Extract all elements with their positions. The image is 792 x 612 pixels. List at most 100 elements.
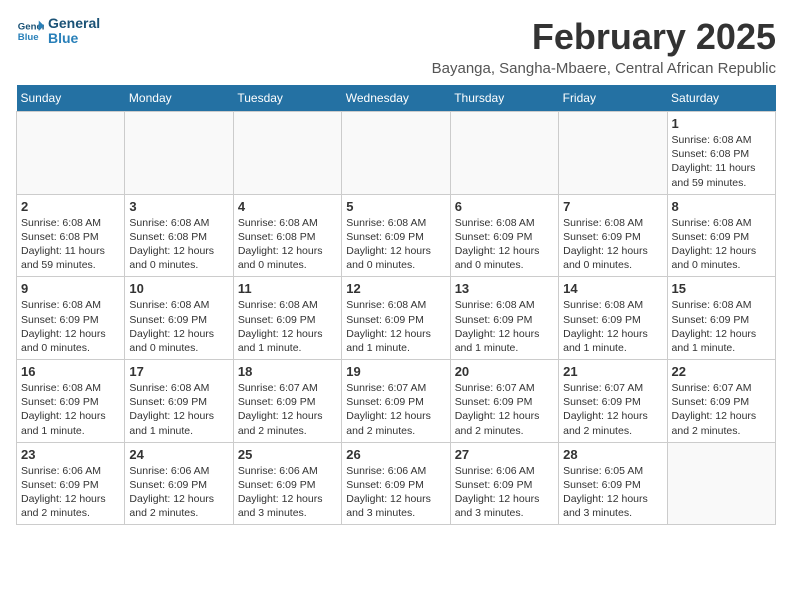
calendar-day-cell: 2 Sunrise: 6:08 AMSunset: 6:08 PMDaylight…	[17, 194, 125, 277]
day-number: 2	[21, 199, 120, 214]
logo-line2: Blue	[48, 31, 100, 46]
calendar-header-row: SundayMondayTuesdayWednesdayThursdayFrid…	[17, 85, 776, 112]
day-info: Sunrise: 6:08 AMSunset: 6:09 PMDaylight:…	[129, 381, 228, 438]
day-info: Sunrise: 6:08 AMSunset: 6:08 PMDaylight:…	[238, 216, 337, 273]
calendar-day-cell: 28 Sunrise: 6:05 AMSunset: 6:09 PMDayligh…	[559, 442, 667, 525]
day-info: Sunrise: 6:07 AMSunset: 6:09 PMDaylight:…	[346, 381, 445, 438]
day-number: 26	[346, 447, 445, 462]
calendar-day-cell: 26Sunrise: 6:06 AMSunset: 6:09 PMDayligh…	[342, 442, 450, 525]
day-number: 10	[129, 281, 228, 296]
day-number: 17	[129, 364, 228, 379]
day-number: 6	[455, 199, 554, 214]
calendar-day-cell	[667, 442, 775, 525]
calendar-day-cell: 13 Sunrise: 6:08 AMSunset: 6:09 PMDayligh…	[450, 277, 558, 360]
calendar-day-cell	[125, 112, 233, 195]
calendar-header-cell: Monday	[125, 85, 233, 112]
day-info: Sunrise: 6:08 AMSunset: 6:09 PMDaylight:…	[346, 216, 445, 273]
month-title: February 2025	[432, 16, 776, 58]
calendar-day-cell: 3 Sunrise: 6:08 AMSunset: 6:08 PMDaylight…	[125, 194, 233, 277]
title-area: February 2025 Bayanga, Sangha-Mbaere, Ce…	[432, 16, 776, 77]
calendar-day-cell: 23 Sunrise: 6:06 AMSunset: 6:09 PMDayligh…	[17, 442, 125, 525]
calendar-header-cell: Wednesday	[342, 85, 450, 112]
day-info: Sunrise: 6:08 AMSunset: 6:08 PMDaylight:…	[672, 133, 771, 190]
calendar-day-cell: 11Sunrise: 6:08 AMSunset: 6:09 PMDayligh…	[233, 277, 341, 360]
day-info: Sunrise: 6:06 AMSunset: 6:09 PMDaylight:…	[21, 464, 120, 521]
day-info: Sunrise: 6:07 AMSunset: 6:09 PMDaylight:…	[672, 381, 771, 438]
day-info: Sunrise: 6:08 AMSunset: 6:09 PMDaylight:…	[563, 298, 662, 355]
day-info: Sunrise: 6:08 AMSunset: 6:09 PMDaylight:…	[672, 216, 771, 273]
calendar-day-cell: 8Sunrise: 6:08 AMSunset: 6:09 PMDaylight…	[667, 194, 775, 277]
day-number: 13	[455, 281, 554, 296]
calendar-day-cell: 10 Sunrise: 6:08 AMSunset: 6:09 PMDayligh…	[125, 277, 233, 360]
day-number: 12	[346, 281, 445, 296]
calendar-week-row: 16 Sunrise: 6:08 AMSunset: 6:09 PMDayligh…	[17, 360, 776, 443]
calendar-day-cell: 7 Sunrise: 6:08 AMSunset: 6:09 PMDaylight…	[559, 194, 667, 277]
day-info: Sunrise: 6:07 AMSunset: 6:09 PMDaylight:…	[563, 381, 662, 438]
calendar-day-cell: 4 Sunrise: 6:08 AMSunset: 6:08 PMDaylight…	[233, 194, 341, 277]
day-number: 7	[563, 199, 662, 214]
calendar-day-cell: 1Sunrise: 6:08 AMSunset: 6:08 PMDaylight…	[667, 112, 775, 195]
day-info: Sunrise: 6:08 AMSunset: 6:09 PMDaylight:…	[455, 298, 554, 355]
day-number: 25	[238, 447, 337, 462]
calendar-header-cell: Sunday	[17, 85, 125, 112]
calendar-day-cell: 18 Sunrise: 6:07 AMSunset: 6:09 PMDayligh…	[233, 360, 341, 443]
calendar-day-cell	[559, 112, 667, 195]
day-number: 3	[129, 199, 228, 214]
day-info: Sunrise: 6:08 AMSunset: 6:09 PMDaylight:…	[346, 298, 445, 355]
calendar-day-cell	[450, 112, 558, 195]
day-info: Sunrise: 6:06 AMSunset: 6:09 PMDaylight:…	[129, 464, 228, 521]
calendar-day-cell: 24 Sunrise: 6:06 AMSunset: 6:09 PMDayligh…	[125, 442, 233, 525]
calendar-day-cell: 22 Sunrise: 6:07 AMSunset: 6:09 PMDayligh…	[667, 360, 775, 443]
day-info: Sunrise: 6:08 AMSunset: 6:08 PMDaylight:…	[129, 216, 228, 273]
day-number: 28	[563, 447, 662, 462]
day-number: 14	[563, 281, 662, 296]
calendar-day-cell: 12 Sunrise: 6:08 AMSunset: 6:09 PMDayligh…	[342, 277, 450, 360]
calendar-week-row: 1Sunrise: 6:08 AMSunset: 6:08 PMDaylight…	[17, 112, 776, 195]
day-info: Sunrise: 6:06 AMSunset: 6:09 PMDaylight:…	[238, 464, 337, 521]
calendar-header-cell: Thursday	[450, 85, 558, 112]
day-number: 16	[21, 364, 120, 379]
day-number: 22	[672, 364, 771, 379]
day-info: Sunrise: 6:07 AMSunset: 6:09 PMDaylight:…	[238, 381, 337, 438]
svg-text:Blue: Blue	[18, 32, 39, 43]
calendar-header-cell: Saturday	[667, 85, 775, 112]
calendar-day-cell	[17, 112, 125, 195]
location-title: Bayanga, Sangha-Mbaere, Central African …	[432, 60, 776, 77]
calendar-week-row: 2 Sunrise: 6:08 AMSunset: 6:08 PMDaylight…	[17, 194, 776, 277]
calendar-day-cell: 25 Sunrise: 6:06 AMSunset: 6:09 PMDayligh…	[233, 442, 341, 525]
day-number: 20	[455, 364, 554, 379]
calendar-body: 1Sunrise: 6:08 AMSunset: 6:08 PMDaylight…	[17, 112, 776, 525]
calendar-day-cell: 19 Sunrise: 6:07 AMSunset: 6:09 PMDayligh…	[342, 360, 450, 443]
day-info: Sunrise: 6:08 AMSunset: 6:09 PMDaylight:…	[21, 381, 120, 438]
calendar-day-cell: 21 Sunrise: 6:07 AMSunset: 6:09 PMDayligh…	[559, 360, 667, 443]
day-info: Sunrise: 6:08 AMSunset: 6:09 PMDaylight:…	[129, 298, 228, 355]
calendar-day-cell: 17 Sunrise: 6:08 AMSunset: 6:09 PMDayligh…	[125, 360, 233, 443]
day-info: Sunrise: 6:08 AMSunset: 6:09 PMDaylight:…	[21, 298, 120, 355]
day-info: Sunrise: 6:08 AMSunset: 6:09 PMDaylight:…	[563, 216, 662, 273]
day-info: Sunrise: 6:08 AMSunset: 6:09 PMDaylight:…	[672, 298, 771, 355]
calendar-day-cell: 6Sunrise: 6:08 AMSunset: 6:09 PMDaylight…	[450, 194, 558, 277]
calendar-week-row: 9Sunrise: 6:08 AMSunset: 6:09 PMDaylight…	[17, 277, 776, 360]
calendar-day-cell	[233, 112, 341, 195]
day-info: Sunrise: 6:08 AMSunset: 6:08 PMDaylight:…	[21, 216, 120, 273]
day-info: Sunrise: 6:06 AMSunset: 6:09 PMDaylight:…	[455, 464, 554, 521]
day-number: 15	[672, 281, 771, 296]
calendar-table: SundayMondayTuesdayWednesdayThursdayFrid…	[16, 85, 776, 525]
page-header: General Blue General Blue February 2025 …	[16, 16, 776, 77]
logo-icon: General Blue	[16, 17, 44, 45]
day-number: 21	[563, 364, 662, 379]
calendar-day-cell: 27Sunrise: 6:06 AMSunset: 6:09 PMDayligh…	[450, 442, 558, 525]
calendar-day-cell: 14 Sunrise: 6:08 AMSunset: 6:09 PMDayligh…	[559, 277, 667, 360]
day-number: 24	[129, 447, 228, 462]
day-number: 19	[346, 364, 445, 379]
calendar-day-cell: 15 Sunrise: 6:08 AMSunset: 6:09 PMDayligh…	[667, 277, 775, 360]
calendar-day-cell: 20 Sunrise: 6:07 AMSunset: 6:09 PMDayligh…	[450, 360, 558, 443]
calendar-week-row: 23 Sunrise: 6:06 AMSunset: 6:09 PMDayligh…	[17, 442, 776, 525]
day-number: 23	[21, 447, 120, 462]
day-info: Sunrise: 6:07 AMSunset: 6:09 PMDaylight:…	[455, 381, 554, 438]
day-number: 18	[238, 364, 337, 379]
calendar-day-cell	[342, 112, 450, 195]
calendar-header-cell: Tuesday	[233, 85, 341, 112]
day-info: Sunrise: 6:05 AMSunset: 6:09 PMDaylight:…	[563, 464, 662, 521]
day-number: 4	[238, 199, 337, 214]
